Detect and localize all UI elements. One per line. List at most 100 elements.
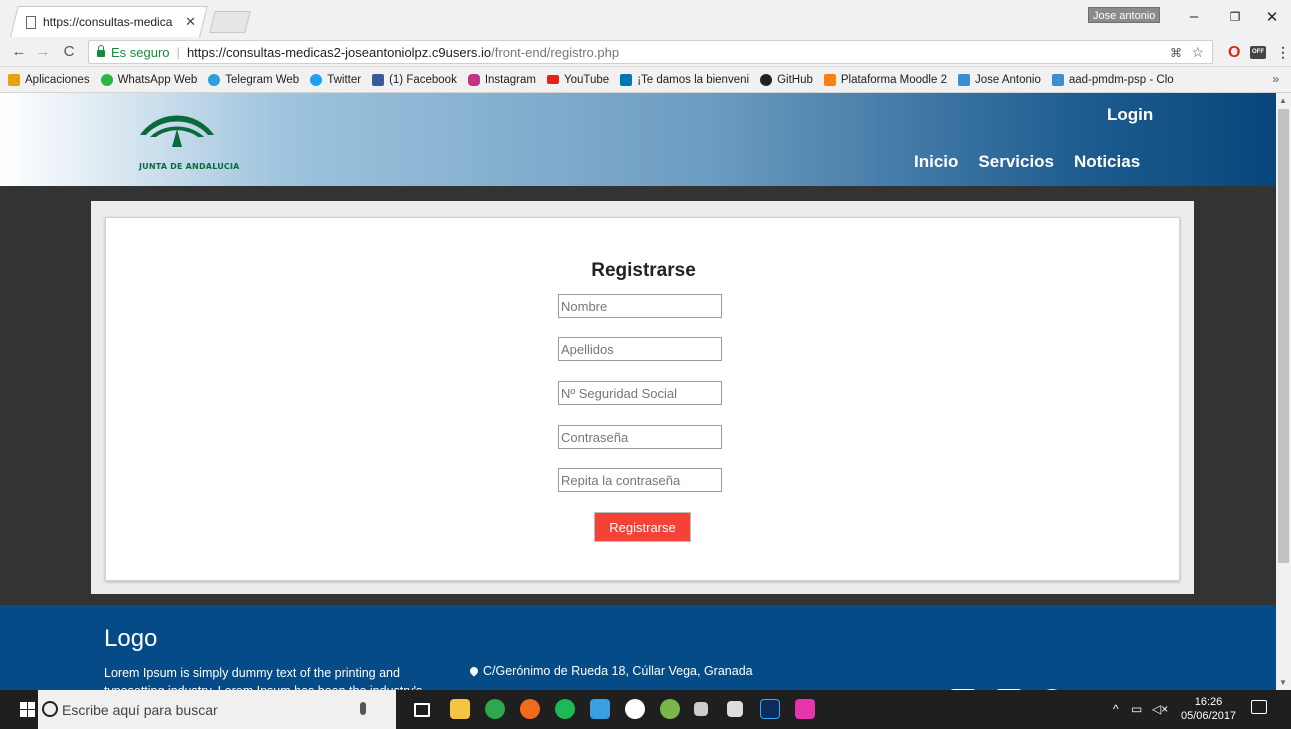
repeat-password-input[interactable] <box>558 468 722 492</box>
bookmark-twitter[interactable]: Twitter <box>310 73 362 86</box>
reload-icon[interactable]: C <box>60 43 78 60</box>
nav-servicios-link[interactable]: Servicios <box>978 152 1054 172</box>
address-bar[interactable]: Es seguro | https://consultas-medicas2-j… <box>88 40 1213 64</box>
bookmark-label: Instagram <box>484 73 536 86</box>
new-tab-button[interactable] <box>209 11 251 33</box>
bookmark-linkedin[interactable]: ¡Te damos la bienveni <box>620 73 749 86</box>
cortana-icon <box>42 701 58 717</box>
github-icon <box>760 73 773 86</box>
bookmark-aad-pmdm[interactable]: aad-pmdm-psp - Clo <box>1051 73 1174 86</box>
minimize-icon[interactable]: – <box>1184 8 1204 25</box>
bookmark-github[interactable]: GitHub <box>760 73 813 86</box>
nav-noticias-link[interactable]: Noticias <box>1074 152 1140 172</box>
forward-icon[interactable]: → <box>34 43 52 60</box>
security-label: Es seguro <box>111 44 170 60</box>
bookmark-label: Jose Antonio <box>974 73 1041 86</box>
profile-button[interactable]: Jose antonio <box>1088 7 1161 23</box>
search-placeholder: Escribe aquí para buscar <box>62 701 218 718</box>
bookmark-label: Telegram Web <box>225 73 300 86</box>
cloud9-icon <box>957 73 970 86</box>
footer-logo: Logo <box>104 625 158 652</box>
browser-tab[interactable]: https://consultas-medica ✕ <box>26 12 196 32</box>
password-input[interactable] <box>558 425 722 449</box>
clock-date: 05/06/2017 <box>1181 710 1237 722</box>
register-card: Registrarse Registrarse <box>105 217 1180 581</box>
taskbar-clock[interactable]: 16:26 05/06/2017 <box>1181 695 1236 723</box>
bookmarks-overflow-icon[interactable]: » <box>1272 72 1279 86</box>
facebook-icon <box>372 73 385 86</box>
photoshop-icon[interactable] <box>760 699 780 719</box>
off-extension-icon[interactable]: OFF <box>1250 46 1266 59</box>
clock-time: 16:26 <box>1194 696 1223 708</box>
bookmark-apps[interactable]: Aplicaciones <box>8 73 90 86</box>
bookmark-label: YouTube <box>563 73 610 86</box>
bookmark-label: (1) Facebook <box>389 73 457 86</box>
browser-toolbar: ← → C Es seguro | https://consultas-medi… <box>0 37 1291 67</box>
action-center-icon[interactable] <box>1251 700 1267 714</box>
nav-login-link[interactable]: Login <box>1107 105 1153 125</box>
bookmark-telegram[interactable]: Telegram Web <box>208 73 300 86</box>
back-icon[interactable]: ← <box>10 43 28 60</box>
gitkraken-icon[interactable] <box>625 699 645 719</box>
bookmark-instagram[interactable]: Instagram <box>467 73 536 86</box>
page-scrollbar[interactable]: ▲ ▼ <box>1276 93 1291 690</box>
whatsapp-icon <box>100 73 113 86</box>
virtualbox-icon[interactable] <box>590 699 610 719</box>
register-button[interactable]: Registrarse <box>594 512 691 542</box>
android-studio-icon[interactable] <box>660 699 680 719</box>
restore-icon[interactable]: ❐ <box>1225 10 1245 24</box>
logo-text: JUNTA DE ANDALUCIA <box>139 162 240 171</box>
apellidos-input[interactable] <box>558 337 722 361</box>
close-window-icon[interactable]: ✕ <box>1262 8 1282 26</box>
scroll-up-icon[interactable]: ▲ <box>1279 96 1287 105</box>
nombre-input[interactable] <box>558 294 722 318</box>
virtualbox-cube-icon[interactable] <box>727 701 743 717</box>
bookmark-label: GitHub <box>777 73 813 86</box>
spotify-icon[interactable] <box>555 699 575 719</box>
bookmark-moodle[interactable]: Plataforma Moodle 2 <box>823 73 947 86</box>
bookmark-label: WhatsApp Web <box>117 73 198 86</box>
windows-start-icon[interactable] <box>20 702 35 717</box>
url-host: https://consultas-medicas2-joseantoniolp… <box>186 44 492 60</box>
microphone-icon[interactable] <box>360 702 366 715</box>
chrome-icon[interactable] <box>485 699 505 719</box>
translate-icon[interactable]: ⌘ <box>1170 46 1182 60</box>
taskbar-search[interactable]: Escribe aquí para buscar <box>38 690 396 729</box>
windows-taskbar: Escribe aquí para buscar ^ ▭ ◁× 16:26 05… <box>0 690 1291 729</box>
moodle-icon <box>823 73 836 86</box>
telegram-icon <box>208 73 221 86</box>
task-view-icon[interactable] <box>414 703 430 717</box>
instagram-icon <box>467 73 480 86</box>
form-container: Registrarse Registrarse <box>91 201 1194 594</box>
volume-muted-icon[interactable]: ◁× <box>1152 702 1168 716</box>
firefox-icon[interactable] <box>520 699 540 719</box>
page-icon <box>26 15 36 29</box>
bookmark-star-icon[interactable]: ☆ <box>1191 44 1204 61</box>
tray-chevron-icon[interactable]: ^ <box>1113 702 1119 716</box>
battery-icon[interactable]: ▭ <box>1131 702 1142 716</box>
bookmark-label: Twitter <box>327 73 362 86</box>
bookmark-youtube[interactable]: YouTube <box>546 73 610 86</box>
seguridad-social-input[interactable] <box>558 381 722 405</box>
scroll-thumb[interactable] <box>1278 109 1289 563</box>
close-tab-icon[interactable]: ✕ <box>185 14 196 30</box>
lock-icon <box>97 44 105 57</box>
app-icon[interactable] <box>694 702 708 716</box>
scroll-down-icon[interactable]: ▼ <box>1279 678 1287 687</box>
junta-andalucia-logo-icon[interactable] <box>138 107 216 147</box>
bookmark-facebook[interactable]: (1) Facebook <box>372 73 457 86</box>
webstorm-icon[interactable] <box>795 699 815 719</box>
opera-extension-icon[interactable]: O <box>1228 44 1240 62</box>
browser-titlebar: https://consultas-medica ✕ Jose antonio … <box>0 0 1291 37</box>
bookmark-whatsapp[interactable]: WhatsApp Web <box>100 73 198 86</box>
youtube-icon <box>546 75 559 84</box>
form-title: Registrarse <box>591 260 696 281</box>
cloud9-icon <box>1051 73 1064 86</box>
linkedin-icon <box>620 73 633 86</box>
nav-inicio-link[interactable]: Inicio <box>914 152 958 172</box>
omnibox-separator: | <box>176 44 180 60</box>
menu-dots-icon[interactable]: ⋮ <box>1276 44 1290 61</box>
file-explorer-icon[interactable] <box>450 699 470 719</box>
bookmark-label: Aplicaciones <box>25 73 90 86</box>
bookmark-jose-antonio[interactable]: Jose Antonio <box>957 73 1041 86</box>
